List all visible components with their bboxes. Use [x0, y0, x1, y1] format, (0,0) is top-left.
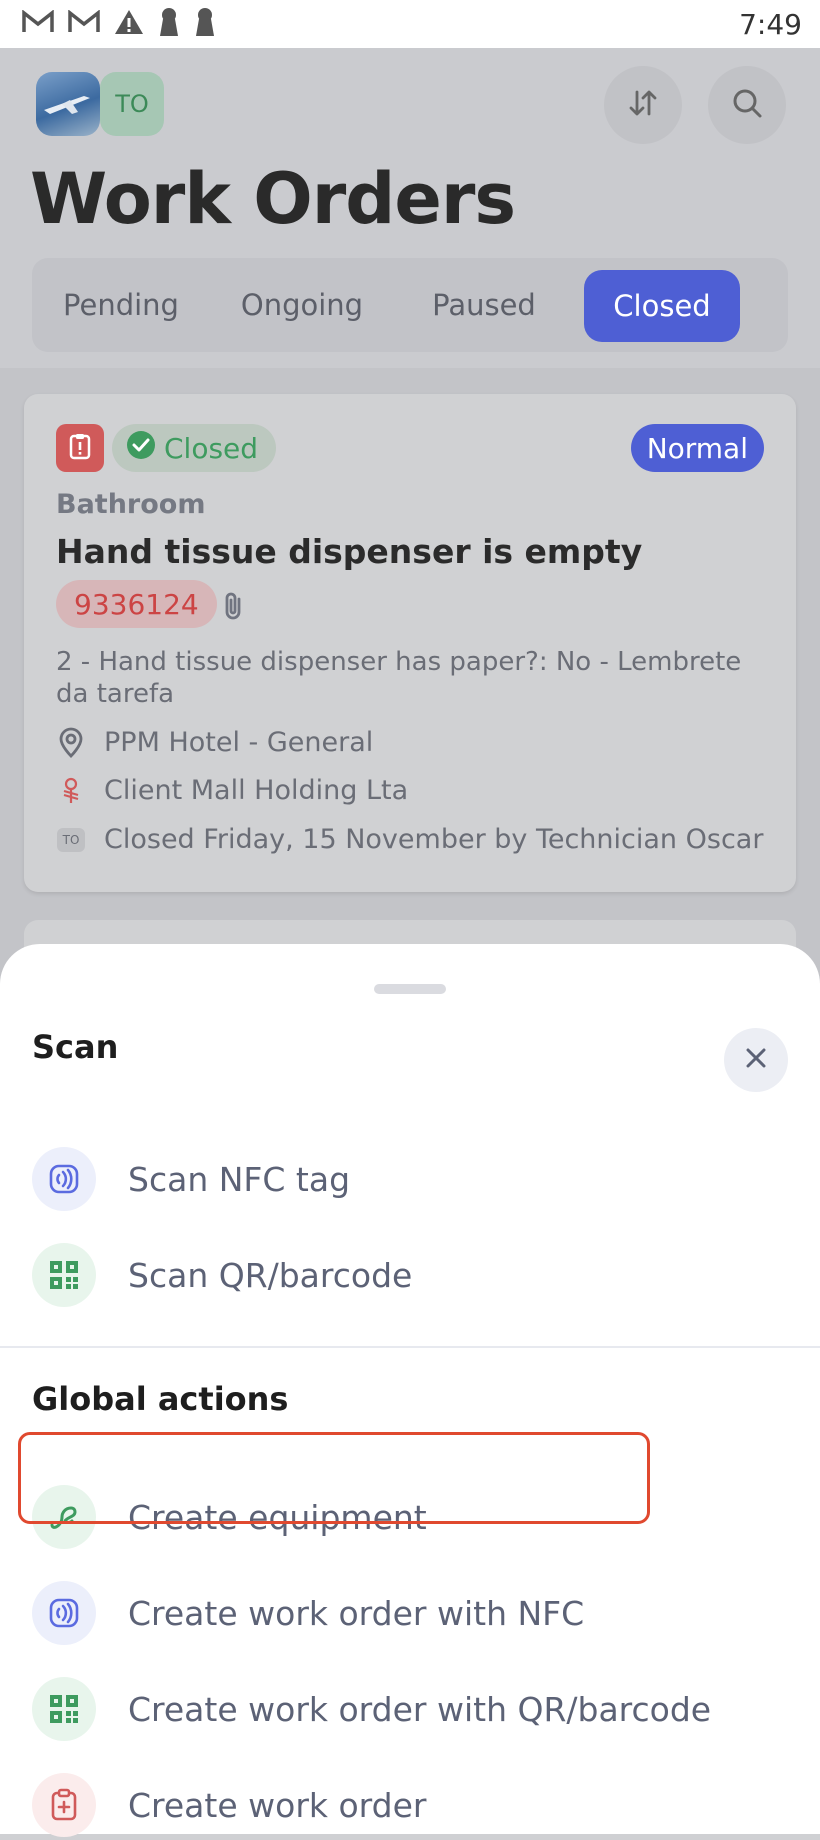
- create-work-order-nfc-item[interactable]: Create work order with NFC: [32, 1578, 792, 1648]
- location-pin-icon: [56, 726, 86, 758]
- work-order-category: Bathroom: [56, 489, 206, 520]
- create-equipment-item[interactable]: Create equipment: [32, 1482, 792, 1552]
- attachment-icon: [220, 590, 248, 626]
- client-text: Client Mall Holding Lta: [104, 775, 409, 806]
- section-title: Global actions: [32, 1380, 289, 1418]
- scan-bottom-sheet: Scan Scan NFC tag Scan QR/barcode Global…: [0, 944, 820, 1837]
- nfc-icon: [32, 1581, 96, 1645]
- tab-pending[interactable]: Pending: [32, 258, 210, 352]
- check-circle-icon: [126, 430, 156, 467]
- clipboard-alert-icon: [66, 432, 94, 464]
- qr-icon: [32, 1677, 96, 1741]
- search-button[interactable]: [708, 66, 786, 144]
- nfc-icon: [32, 1147, 96, 1211]
- status-badge: Closed: [112, 424, 277, 472]
- technician-avatar: TO: [57, 827, 85, 852]
- closed-info-row: TO Closed Friday, 15 November by Technic…: [56, 824, 763, 855]
- create-work-order-qr-item[interactable]: Create work order with QR/barcode: [32, 1674, 792, 1744]
- sheet-title: Scan: [32, 1028, 119, 1066]
- client-row: Client Mall Holding Lta: [56, 775, 408, 806]
- closed-info-text: Closed Friday, 15 November by Technician…: [104, 824, 764, 855]
- work-order-number: 9336124: [56, 580, 217, 628]
- client-icon: [56, 777, 86, 805]
- item-label: Create equipment: [128, 1497, 427, 1537]
- tab-closed[interactable]: Closed: [584, 270, 740, 342]
- clipboard-plus-icon: [32, 1773, 96, 1837]
- status-label: Closed: [164, 431, 259, 465]
- sort-button[interactable]: [604, 66, 682, 144]
- notification-icons: [22, 7, 216, 41]
- priority-badge: Normal: [630, 424, 764, 472]
- item-label: Create work order with QR/barcode: [128, 1689, 712, 1729]
- create-work-order-item[interactable]: Create work order: [32, 1770, 792, 1840]
- equipment-icon: [32, 1485, 96, 1549]
- warning-icon: [114, 9, 144, 39]
- page-title: Work Orders: [30, 158, 516, 240]
- close-button[interactable]: [724, 1028, 788, 1092]
- close-icon: [742, 1044, 770, 1076]
- avatar[interactable]: [36, 72, 100, 136]
- gmail-icon: [22, 9, 54, 38]
- status-bar: 7:49: [0, 0, 820, 48]
- divider: [0, 1346, 820, 1348]
- user-avatar[interactable]: TO: [100, 72, 164, 136]
- keyhole-icon: [194, 7, 216, 41]
- item-label: Scan NFC tag: [128, 1159, 351, 1199]
- status-tabs: Pending Ongoing Paused Closed: [32, 258, 788, 352]
- item-label: Create work order with NFC: [128, 1593, 585, 1633]
- item-label: Scan QR/barcode: [128, 1255, 413, 1295]
- work-order-type-badge: [56, 424, 104, 472]
- scan-nfc-tag-item[interactable]: Scan NFC tag: [32, 1144, 792, 1214]
- work-order-card[interactable]: Closed Normal Bathroom Hand tissue dispe…: [24, 394, 796, 892]
- tab-paused[interactable]: Paused: [394, 258, 574, 352]
- gmail-icon: [68, 9, 100, 38]
- location-row: PPM Hotel - General: [56, 726, 373, 758]
- keyhole-icon: [158, 7, 180, 41]
- location-text: PPM Hotel - General: [104, 726, 374, 758]
- work-order-title: Hand tissue dispenser is empty: [56, 532, 643, 571]
- item-label: Create work order: [128, 1785, 427, 1825]
- tab-ongoing[interactable]: Ongoing: [210, 258, 394, 352]
- search-icon: [730, 86, 764, 124]
- sheet-drag-handle[interactable]: [374, 984, 446, 994]
- work-order-description: 2 - Hand tissue dispenser has paper?: No…: [56, 647, 742, 709]
- qr-icon: [32, 1243, 96, 1307]
- clock: 7:49: [739, 8, 802, 41]
- sort-icon: [626, 86, 660, 124]
- scan-qr-barcode-item[interactable]: Scan QR/barcode: [32, 1240, 792, 1310]
